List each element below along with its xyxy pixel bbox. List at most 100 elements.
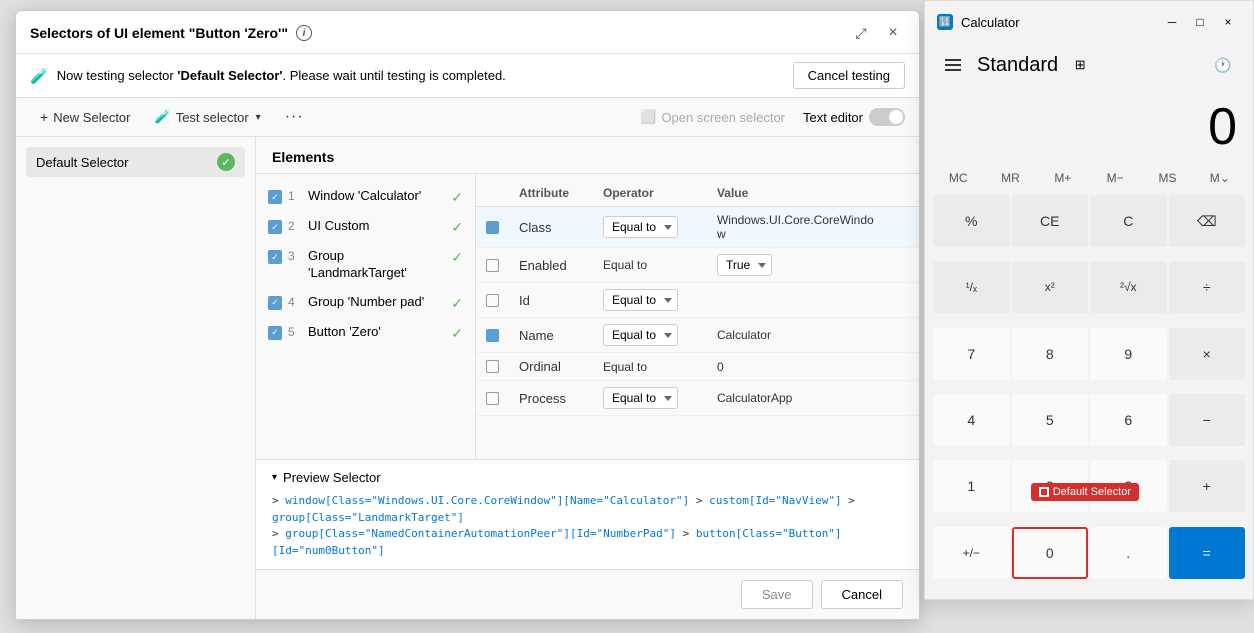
mem-mr-button[interactable]: MR	[985, 165, 1035, 191]
element-row[interactable]: ✓ 2 UI Custom ✓	[256, 212, 475, 242]
mem-mc-button[interactable]: MC	[933, 165, 983, 191]
calc-window-buttons: ─ □ ×	[1159, 9, 1241, 35]
preview-code: > window[Class="Windows.UI.Core.CoreWind…	[272, 493, 903, 559]
calc-6-button[interactable]: 6	[1090, 394, 1167, 446]
attr-value-enabled[interactable]: True	[717, 254, 772, 276]
selectors-dialog: Selectors of UI element "Button 'Zero'" …	[15, 10, 920, 620]
calc-9-button[interactable]: 9	[1090, 328, 1167, 380]
calc-percent-button[interactable]: %	[933, 195, 1010, 247]
preview-header[interactable]: ▾ Preview Selector	[272, 470, 903, 485]
attr-checkbox-class[interactable]	[486, 221, 499, 234]
calc-reciprocal-button[interactable]: ¹/ₓ	[933, 261, 1010, 313]
attr-name-name: Name	[519, 328, 554, 343]
attr-operator-class[interactable]: Equal to	[603, 216, 678, 238]
title-actions: ⤢ ×	[849, 21, 905, 45]
calc-multiply-button[interactable]: ×	[1169, 328, 1246, 380]
element-checkbox-5[interactable]: ✓	[268, 326, 282, 340]
toolbar-right: ⬜ Open screen selector Text editor	[632, 105, 905, 129]
attr-row-name: Name Equal to Calculator	[476, 318, 919, 353]
attr-checkbox-ordinal[interactable]	[486, 360, 499, 373]
new-selector-button[interactable]: + New Selector	[30, 105, 141, 129]
calc-minimize-button[interactable]: ─	[1159, 9, 1185, 35]
calc-divide-button[interactable]: ÷	[1169, 261, 1246, 313]
attr-checkbox-id[interactable]	[486, 294, 499, 307]
calc-plusminus-button[interactable]: +/−	[933, 527, 1010, 579]
main-content: Elements ✓ 1 Window 'Calculator' ✓ ✓ 2 U…	[256, 137, 919, 619]
calc-maximize-button[interactable]: □	[1187, 9, 1213, 35]
mem-mplus-button[interactable]: M+	[1038, 165, 1088, 191]
attr-operator-id[interactable]: Equal to	[603, 289, 678, 311]
calc-zero-button[interactable]: 0	[1012, 527, 1089, 579]
calc-mode-switch-button[interactable]: ⊞	[1066, 51, 1094, 79]
attr-checkbox-name[interactable]	[486, 329, 499, 342]
calc-square-button[interactable]: x²	[1012, 261, 1089, 313]
mem-ms-button[interactable]: MS	[1142, 165, 1192, 191]
calc-memory-row: MC MR M+ M− MS M⌄	[925, 165, 1253, 191]
hamburger-line-1	[945, 59, 961, 61]
element-checkbox-4[interactable]: ✓	[268, 296, 282, 310]
calc-c-button[interactable]: C	[1090, 195, 1167, 247]
element-row[interactable]: ✓ 5 Button 'Zero' ✓	[256, 318, 475, 348]
calc-decimal-button[interactable]: .	[1090, 527, 1167, 579]
calc-sqrt-button[interactable]: ²√x	[1090, 261, 1167, 313]
element-row[interactable]: ✓ 4 Group 'Number pad' ✓	[256, 288, 475, 318]
attr-checkbox-enabled[interactable]	[486, 259, 499, 272]
selector-name: Default Selector	[36, 155, 129, 170]
attr-name-id: Id	[519, 293, 530, 308]
calc-plus-button[interactable]: +	[1169, 460, 1246, 512]
calc-5-button[interactable]: 5	[1012, 394, 1089, 446]
attr-operator-enabled: Equal to	[603, 258, 647, 272]
attr-operator-process[interactable]: Equal to	[603, 387, 678, 409]
attr-row-id: Id Equal to	[476, 283, 919, 318]
info-icon[interactable]: i	[296, 25, 312, 41]
attr-operator-name[interactable]: Equal to	[603, 324, 678, 346]
element-checkbox-1[interactable]: ✓	[268, 190, 282, 204]
save-button[interactable]: Save	[741, 580, 813, 609]
calc-8-button[interactable]: 8	[1012, 328, 1089, 380]
calc-equals-button[interactable]: =	[1169, 527, 1246, 579]
dialog-footer: Save Cancel	[256, 569, 919, 619]
left-sidebar: Default Selector ✓	[16, 137, 256, 619]
mem-mdown-button[interactable]: M⌄	[1195, 165, 1245, 191]
calc-ce-button[interactable]: CE	[1012, 195, 1089, 247]
calc-minus-button[interactable]: −	[1169, 394, 1246, 446]
attr-checkbox-process[interactable]	[486, 392, 499, 405]
hamburger-menu-button[interactable]	[937, 49, 969, 81]
calc-7-button[interactable]: 7	[933, 328, 1010, 380]
attr-name-enabled: Enabled	[519, 258, 567, 273]
default-selector-item[interactable]: Default Selector ✓	[26, 147, 245, 177]
dialog-title: Selectors of UI element "Button 'Zero'"	[30, 25, 288, 41]
attr-row-process: Process Equal to CalculatorApp	[476, 381, 919, 416]
element-row[interactable]: ✓ 3 Group'LandmarkTarget' ✓	[256, 242, 475, 288]
element-check-2: ✓	[451, 219, 463, 236]
calc-buttons-grid: % CE C ⌫ ¹/ₓ x² ²√x ÷ 7 8 9 × 4 5 6 − 1 …	[925, 191, 1253, 599]
badge-rect-icon	[1039, 487, 1049, 497]
open-screen-selector-button[interactable]: ⬜ Open screen selector	[632, 105, 793, 129]
calc-history-button[interactable]: 🕐	[1209, 51, 1237, 79]
calc-1-button[interactable]: 1	[933, 460, 1010, 512]
calc-backspace-button[interactable]: ⌫	[1169, 195, 1246, 247]
close-button[interactable]: ×	[881, 21, 905, 45]
element-checkbox-3[interactable]: ✓	[268, 250, 282, 264]
preview-group-selector: group[Class="LandmarkTarget"]	[272, 511, 464, 524]
dropdown-arrow-icon[interactable]: ▾	[256, 112, 261, 123]
cancel-testing-button[interactable]: Cancel testing	[793, 62, 905, 89]
text-editor-toggle[interactable]	[869, 108, 905, 126]
more-options-button[interactable]: ···	[275, 104, 314, 130]
calc-close-button[interactable]: ×	[1215, 9, 1241, 35]
calc-4-button[interactable]: 4	[933, 394, 1010, 446]
ellipsis-icon: ···	[285, 108, 304, 126]
restore-button[interactable]: ⤢	[849, 21, 873, 45]
plus-icon: +	[40, 109, 48, 125]
attr-name-ordinal: Ordinal	[519, 359, 561, 374]
preview-section: ▾ Preview Selector > window[Class="Windo…	[256, 459, 919, 569]
banner-text: Now testing selector 'Default Selector'.…	[57, 68, 506, 83]
cancel-button[interactable]: Cancel	[821, 580, 903, 609]
mem-mminus-button[interactable]: M−	[1090, 165, 1140, 191]
calc-app-icon: 🔢	[937, 14, 953, 30]
element-row[interactable]: ✓ 1 Window 'Calculator' ✓	[256, 182, 475, 212]
element-checkbox-2[interactable]: ✓	[268, 220, 282, 234]
screen-icon: ⬜	[640, 109, 656, 125]
test-selector-button[interactable]: 🧪 Test selector ▾	[145, 105, 271, 129]
elements-body: ✓ 1 Window 'Calculator' ✓ ✓ 2 UI Custom …	[256, 174, 919, 459]
